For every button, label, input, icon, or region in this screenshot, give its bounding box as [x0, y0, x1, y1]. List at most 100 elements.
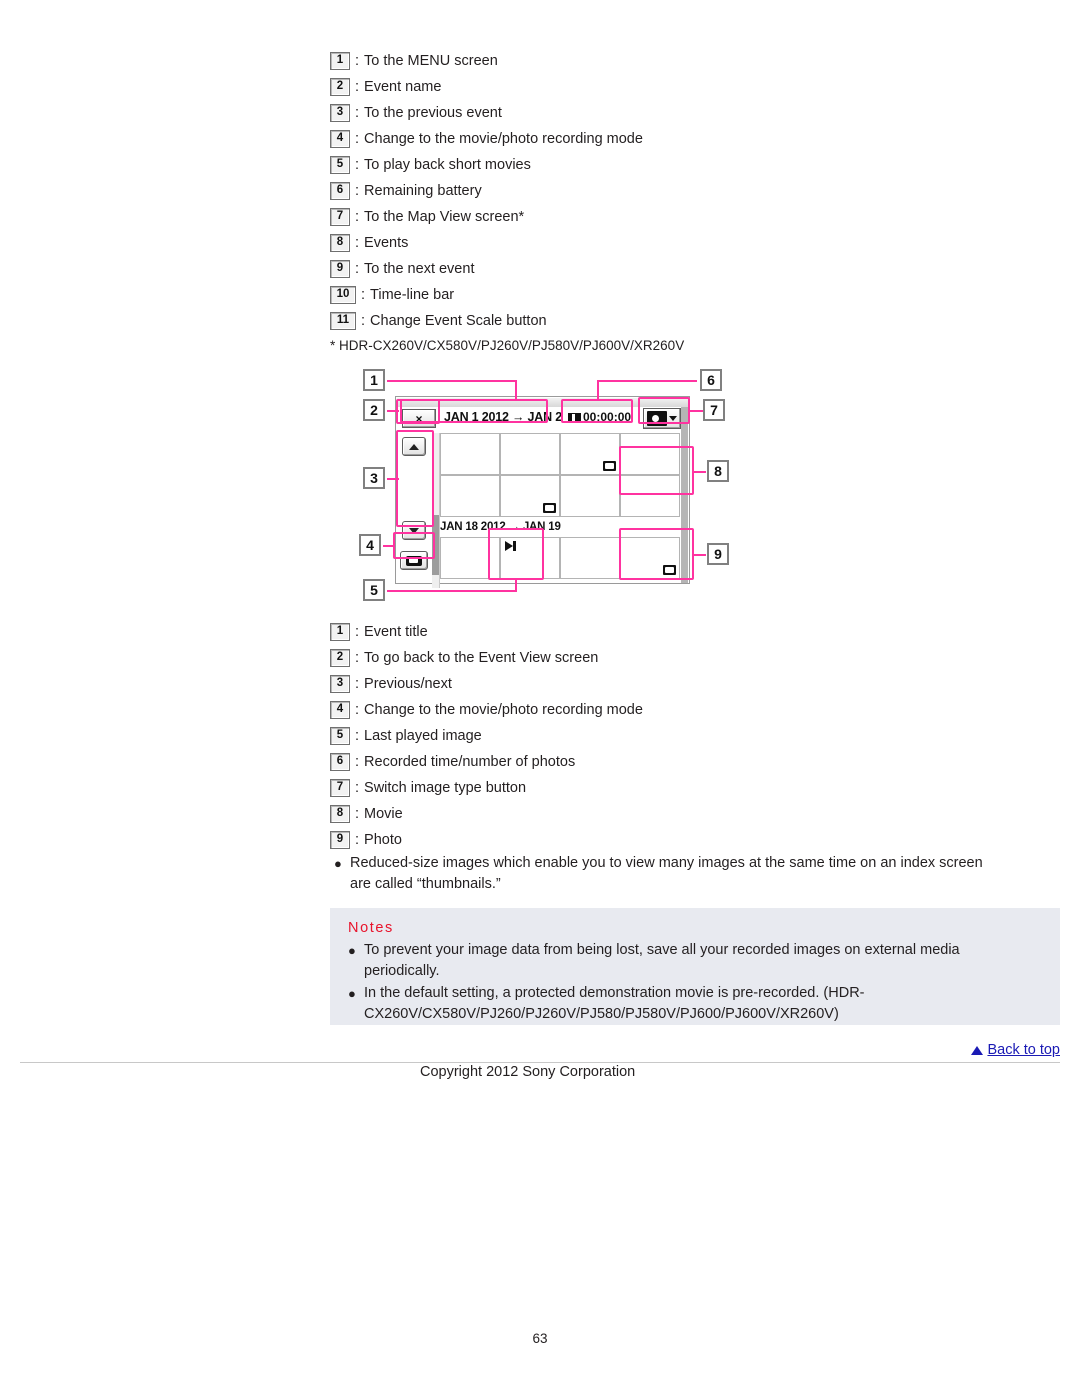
- legend-label: To the MENU screen: [364, 53, 498, 69]
- legend-number-badge: 7: [330, 208, 350, 226]
- film-icon: [568, 412, 581, 422]
- callout-7: 7: [703, 399, 725, 421]
- thumbnail-item-last-played[interactable]: [500, 537, 560, 579]
- photo-icon: [603, 461, 616, 471]
- callout-6: 6: [700, 369, 722, 391]
- scrollbar-thumb[interactable]: [432, 515, 439, 575]
- callout-4: 4: [359, 534, 381, 556]
- legend-row: 2: To go back to the Event View screen: [330, 645, 643, 671]
- legend-row: 1: Event title: [330, 619, 643, 645]
- play-icon: [505, 541, 519, 551]
- legend-label: To the previous event: [364, 105, 502, 121]
- legend-number-badge: 9: [330, 260, 350, 278]
- note-item: ● In the default setting, a protected de…: [348, 983, 1046, 1025]
- play-bar-icon: [513, 541, 516, 551]
- thumbnail-item-movie[interactable]: [620, 475, 680, 517]
- legend-row: 3: Previous/next: [330, 671, 643, 697]
- thumbnail-item[interactable]: [440, 475, 500, 517]
- legend-separator: :: [355, 131, 360, 147]
- legend-number-badge: 5: [330, 727, 350, 745]
- thumbnail-item[interactable]: [560, 433, 620, 475]
- thumbnail-item[interactable]: [620, 433, 680, 475]
- leader-line-6v: [597, 380, 599, 400]
- legend-row: 7: To the Map View screen*: [330, 204, 643, 230]
- screen-title-row: × JAN 1 2012 → JAN 2 00:00:00: [396, 406, 691, 431]
- right-scrollbar[interactable]: [681, 407, 688, 583]
- legend-separator: :: [355, 209, 360, 225]
- note-1-line-1: To prevent your image data from being lo…: [364, 942, 960, 958]
- legend-separator: :: [355, 157, 360, 173]
- notes-box: Notes ● To prevent your image data from …: [330, 908, 1060, 1025]
- leader-line-9: [694, 554, 706, 556]
- legend-row: 7: Switch image type button: [330, 775, 643, 801]
- thumbnail-item[interactable]: [560, 475, 620, 517]
- nav-column: [398, 433, 432, 573]
- legend-row: 5: Last played image: [330, 723, 643, 749]
- legend-label: Photo: [364, 832, 402, 848]
- legend-row: 8: Events: [330, 230, 643, 256]
- legend-number-badge: 8: [330, 805, 350, 823]
- legend-label: To the Map View screen*: [364, 209, 525, 225]
- legend-row: 9: To the next event: [330, 256, 643, 282]
- legend-list-bottom: 1: Event title 2: To go back to the Event V…: [330, 619, 643, 853]
- thumbnail-item[interactable]: [500, 475, 560, 517]
- tip-bullet: ● Reduced-size images which enable you t…: [334, 853, 1064, 895]
- thumbnail-item[interactable]: [560, 537, 620, 579]
- recording-mode-button[interactable]: [400, 551, 428, 570]
- back-to-top-link[interactable]: Back to top: [971, 1042, 1060, 1058]
- legend-number-badge: 9: [330, 831, 350, 849]
- legend-number-badge: 7: [330, 779, 350, 797]
- legend-label: To the next event: [364, 261, 475, 277]
- legend-row: 4: Change to the movie/photo recording mo…: [330, 126, 643, 152]
- tip-bullet-body: Reduced-size images which enable you to …: [350, 853, 1064, 895]
- legend-number-badge: 1: [330, 52, 350, 70]
- callout-3: 3: [363, 467, 385, 489]
- legend-row: 2: Event name: [330, 74, 643, 100]
- legend-label: Last played image: [364, 728, 482, 744]
- chevron-up-icon: [409, 443, 419, 450]
- legend-list-top: 1: To the MENU screen 2: Event name 3: To the…: [330, 48, 643, 334]
- switch-image-type-button[interactable]: [643, 408, 681, 429]
- recorded-time-readout: 00:00:00: [568, 410, 631, 424]
- note-1-line-2: periodically.: [364, 963, 440, 979]
- legend-label: Event name: [364, 79, 442, 95]
- legend-separator: :: [355, 261, 360, 277]
- play-triangle-icon: [505, 541, 513, 551]
- thumbnail-item[interactable]: [440, 433, 500, 475]
- legend-label: Event title: [364, 624, 428, 640]
- chevron-down-icon: [409, 527, 419, 534]
- leader-line-1v: [515, 380, 517, 400]
- legend-number-badge: 2: [330, 649, 350, 667]
- legend-separator: :: [355, 79, 360, 95]
- legend-separator: :: [355, 650, 360, 666]
- close-button[interactable]: ×: [402, 409, 436, 428]
- index-screen-diagram: × JAN 1 2012 → JAN 2 00:00:00 JAN 18 201…: [355, 368, 745, 603]
- event-title-text-2: JAN 18 2012 → JAN 19: [440, 521, 561, 533]
- legend-label: Recorded time/number of photos: [364, 754, 576, 770]
- legend-row: 1: To the MENU screen: [330, 48, 643, 74]
- legend-label: Previous/next: [364, 676, 452, 692]
- camera-screen-mock: × JAN 1 2012 → JAN 2 00:00:00 JAN 18 201…: [395, 396, 691, 588]
- callout-9: 9: [707, 543, 729, 565]
- previous-event-button[interactable]: [402, 437, 426, 456]
- legend-number-badge: 8: [330, 234, 350, 252]
- photo-icon: [543, 503, 556, 513]
- thumbnail-item-photo[interactable]: [620, 537, 680, 579]
- leader-line-6: [597, 380, 697, 382]
- note-2-line-1: In the default setting, a protected demo…: [364, 985, 865, 1001]
- thumbnail-item[interactable]: [440, 537, 500, 579]
- camcorder-icon: [406, 555, 422, 566]
- legend-label: Remaining battery: [364, 183, 482, 199]
- next-event-button[interactable]: [402, 521, 426, 540]
- legend-number-badge: 2: [330, 78, 350, 96]
- tip-line-1: Reduced-size images which enable you to …: [350, 855, 983, 871]
- notes-list: ● To prevent your image data from being …: [330, 940, 1060, 1036]
- document-page: 1: To the MENU screen 2: Event name 3: To the…: [0, 0, 1080, 1397]
- legend-separator: :: [355, 806, 360, 822]
- thumbnail-item[interactable]: [500, 433, 560, 475]
- event-title-text: JAN 1 2012 → JAN 2: [444, 410, 562, 424]
- callout-8: 8: [707, 460, 729, 482]
- back-to-top-label: Back to top: [987, 1042, 1060, 1058]
- leader-line-4: [383, 545, 395, 547]
- legend-row: 4: Change to the movie/photo recording mo…: [330, 697, 643, 723]
